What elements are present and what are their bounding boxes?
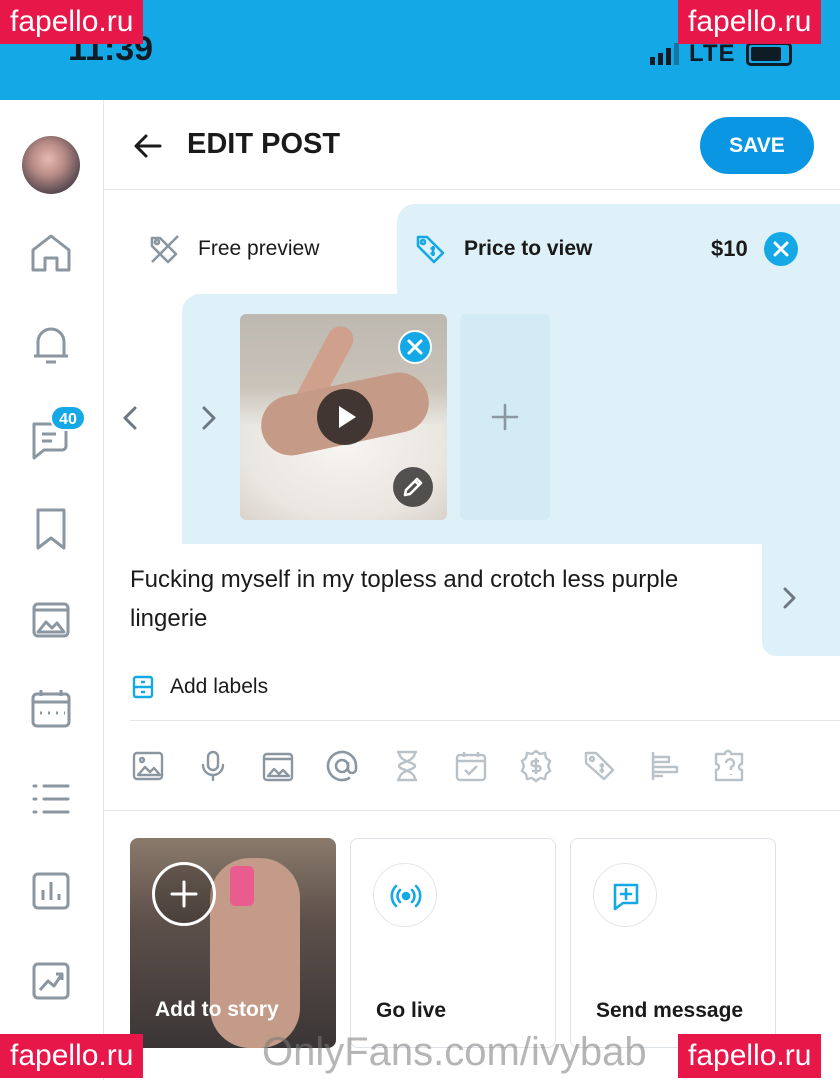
add-to-story-card[interactable]: Add to story <box>130 838 336 1048</box>
play-button[interactable] <box>317 389 373 445</box>
free-preview-tab[interactable]: Free preview <box>148 232 319 266</box>
mention-icon[interactable] <box>324 748 360 784</box>
free-preview-icon <box>150 235 179 264</box>
remove-media-button[interactable] <box>398 330 432 364</box>
watermark-footer: OnlyFans.com/ivybab <box>262 1030 647 1074</box>
price-amount[interactable]: $10 <box>711 236 748 262</box>
list-icon[interactable] <box>26 774 76 824</box>
calendar-icon[interactable] <box>26 684 76 734</box>
play-icon <box>339 406 356 428</box>
sidebar: 40 <box>0 100 104 1080</box>
story-preview-detail <box>230 866 254 906</box>
caption-side-panel <box>762 540 840 656</box>
add-labels-button[interactable]: Add labels <box>130 674 268 700</box>
watermark-badge: fapello.ru <box>678 0 822 44</box>
price-tag-icon[interactable] <box>582 748 618 784</box>
bell-icon[interactable] <box>26 320 76 370</box>
quiz-icon[interactable] <box>712 748 748 784</box>
add-labels-label: Add labels <box>170 675 269 698</box>
watermark-badge: fapello.ru <box>0 0 144 44</box>
chevron-left-icon <box>123 406 137 430</box>
schedule-icon[interactable] <box>453 748 489 784</box>
hourglass-icon[interactable] <box>389 748 425 784</box>
close-icon <box>407 339 423 355</box>
trend-icon[interactable] <box>26 956 76 1006</box>
add-to-story-label: Add to story <box>155 998 279 1021</box>
price-tag-icon <box>416 235 445 264</box>
send-message-card[interactable]: Send message <box>570 838 776 1048</box>
clear-price-button[interactable] <box>764 232 798 266</box>
bookmark-icon[interactable] <box>26 504 76 554</box>
watermark-badge: fapello.ru <box>0 1034 144 1078</box>
save-button[interactable]: SAVE <box>700 117 814 174</box>
plus-icon <box>491 403 519 431</box>
add-media-button[interactable] <box>460 314 550 520</box>
chevron-right-icon <box>202 406 216 430</box>
label-icon <box>132 675 154 699</box>
avatar[interactable] <box>22 136 80 194</box>
post-toolbar <box>130 748 770 788</box>
tip-icon[interactable] <box>518 748 554 784</box>
network-type: LTE <box>689 40 736 67</box>
close-icon <box>773 241 789 257</box>
microphone-icon[interactable] <box>195 748 231 784</box>
chevron-right-icon <box>783 587 796 609</box>
post-caption[interactable]: Fucking myself in my topless and crotch … <box>130 560 750 638</box>
watermark-badge: fapello.ru <box>678 1034 822 1078</box>
divider <box>104 810 840 811</box>
go-live-label: Go live <box>376 999 447 1022</box>
home-icon[interactable] <box>26 228 76 278</box>
send-message-label: Send message <box>596 999 744 1022</box>
chart-icon[interactable] <box>26 866 76 916</box>
messages-badge: 40 <box>50 405 86 431</box>
status-indicators: LTE <box>650 40 792 68</box>
price-to-view-label: Price to view <box>464 237 593 260</box>
poll-icon[interactable] <box>647 748 683 784</box>
free-preview-label: Free preview <box>198 237 320 260</box>
caption-expand-button[interactable] <box>778 583 800 613</box>
battery-icon <box>745 42 792 66</box>
live-icon <box>373 863 437 927</box>
back-arrow-icon[interactable] <box>132 130 164 162</box>
price-to-view-tab[interactable]: Price to view <box>414 232 592 266</box>
carousel-prev-button[interactable] <box>117 402 143 434</box>
page-title: EDIT POST <box>187 128 341 160</box>
edit-media-button[interactable] <box>393 467 433 507</box>
divider <box>130 720 840 721</box>
pencil-icon <box>403 477 423 497</box>
new-message-icon <box>593 863 657 927</box>
plus-icon <box>152 862 216 926</box>
vault-icon[interactable] <box>260 748 296 784</box>
go-live-card[interactable]: Go live <box>350 838 556 1048</box>
signal-icon <box>650 43 679 65</box>
carousel-next-button[interactable] <box>196 402 222 434</box>
page-header: EDIT POST SAVE <box>104 100 840 190</box>
image-icon[interactable] <box>130 748 166 784</box>
media-icon[interactable] <box>26 594 76 644</box>
